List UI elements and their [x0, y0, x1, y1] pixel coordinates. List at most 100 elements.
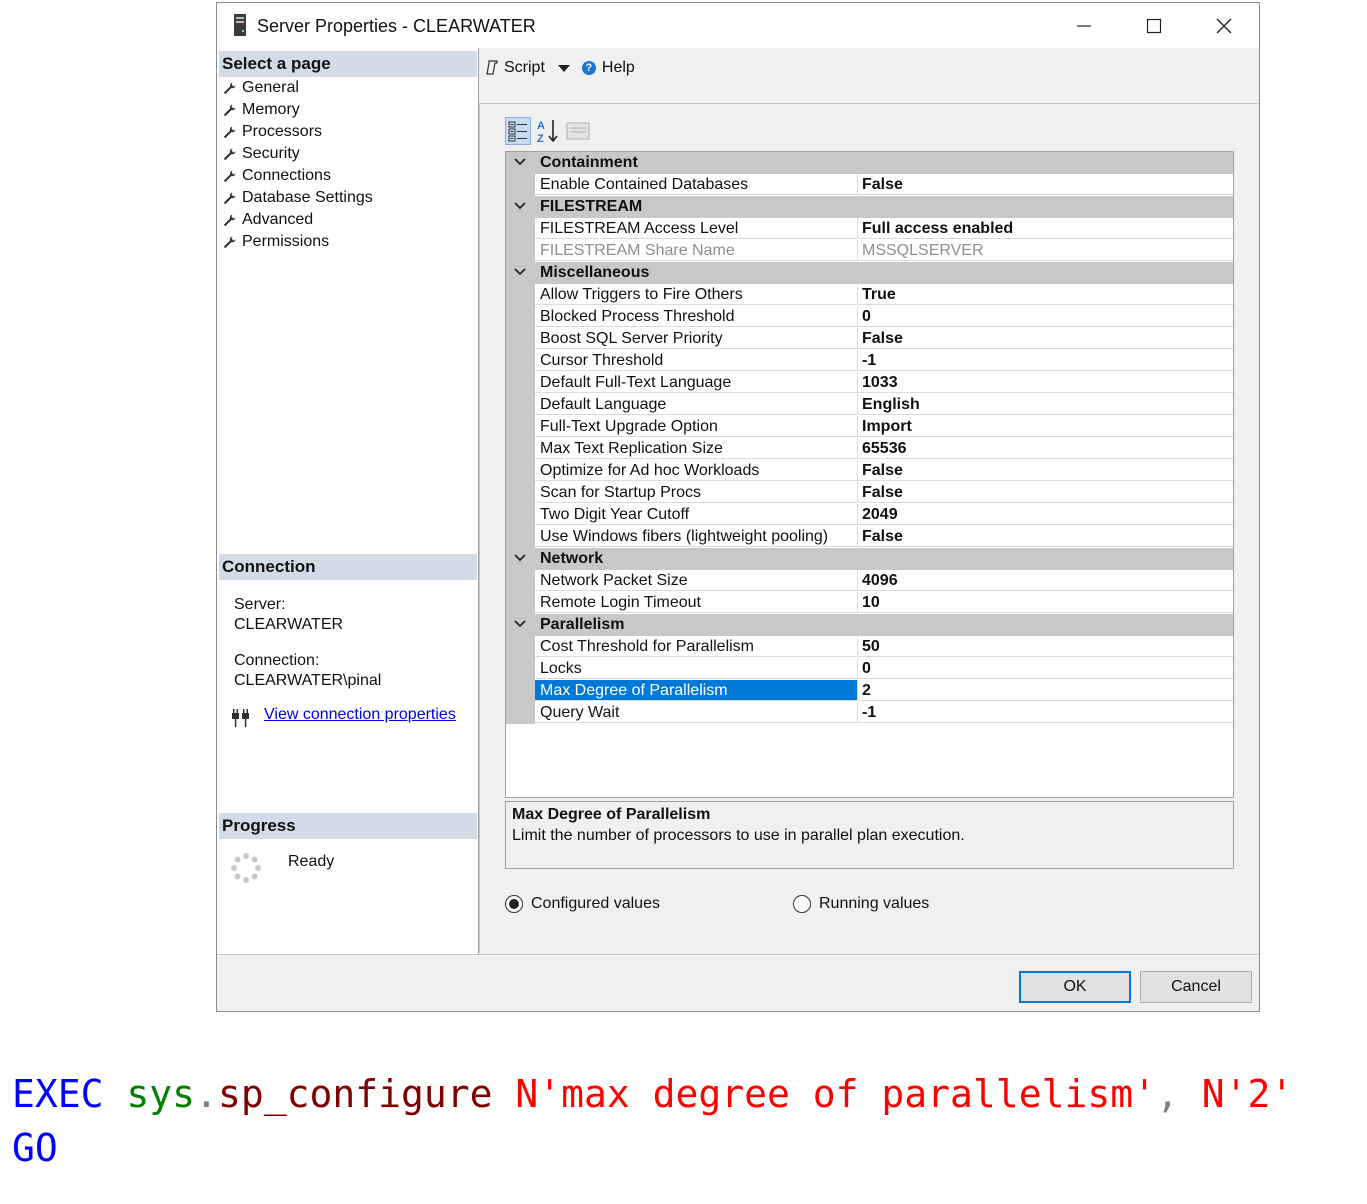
page-item-security[interactable]: Security [223, 143, 373, 165]
page-item-memory[interactable]: Memory [223, 99, 373, 121]
property-name: Default Full-Text Language [535, 372, 857, 393]
property-row[interactable]: Remote Login Timeout 10 [506, 592, 1233, 614]
maximize-button[interactable] [1119, 3, 1189, 48]
property-value[interactable]: 2 [857, 680, 1233, 701]
property-row[interactable]: Cursor Threshold -1 [506, 350, 1233, 372]
configured-values-radio[interactable]: Configured values [505, 895, 660, 913]
script-dropdown-arrow-icon[interactable] [557, 64, 570, 72]
progress-spinner-icon [231, 853, 261, 883]
property-row[interactable]: Use Windows fibers (lightweight pooling)… [506, 526, 1233, 548]
collapse-chevron-icon[interactable] [514, 157, 526, 167]
page-item-general[interactable]: General [223, 77, 373, 99]
property-value[interactable]: 0 [857, 658, 1233, 679]
property-row[interactable]: FILESTREAM Share Name MSSQLSERVER [506, 240, 1233, 262]
property-row[interactable]: Default Full-Text Language 1033 [506, 372, 1233, 394]
category-row[interactable]: FILESTREAM [506, 196, 1233, 218]
row-margin [506, 680, 535, 702]
page-item-permissions[interactable]: Permissions [223, 231, 373, 253]
property-value[interactable]: False [857, 460, 1233, 481]
property-row[interactable]: Scan for Startup Procs False [506, 482, 1233, 504]
property-row[interactable]: Locks 0 [506, 658, 1233, 680]
property-value[interactable]: -1 [857, 350, 1233, 371]
help-icon: ? [581, 61, 596, 75]
property-row[interactable]: Optimize for Ad hoc Workloads False [506, 460, 1233, 482]
property-value[interactable]: False [857, 482, 1233, 503]
option-value-literal: N'2' [1201, 1072, 1294, 1116]
property-value[interactable]: MSSQLSERVER [857, 240, 1233, 261]
exec-keyword: EXEC [12, 1072, 104, 1116]
property-name: Blocked Process Threshold [535, 306, 857, 327]
property-row[interactable]: Boost SQL Server Priority False [506, 328, 1233, 350]
close-button[interactable] [1189, 3, 1259, 48]
property-value[interactable]: False [857, 328, 1233, 349]
collapse-chevron-icon[interactable] [514, 201, 526, 211]
categorized-button[interactable] [505, 117, 531, 145]
page-item-label: Memory [242, 101, 300, 118]
category-row[interactable]: Network [506, 548, 1233, 570]
property-row[interactable]: FILESTREAM Access Level Full access enabl… [506, 218, 1233, 240]
category-row[interactable]: Containment [506, 152, 1233, 174]
row-margin [506, 350, 535, 372]
connection-header: Connection [219, 554, 477, 580]
property-row[interactable]: Query Wait -1 [506, 702, 1233, 724]
property-value[interactable]: 65536 [857, 438, 1233, 459]
cancel-button[interactable]: Cancel [1140, 971, 1252, 1003]
property-value[interactable]: Import [857, 416, 1233, 437]
property-row[interactable]: Blocked Process Threshold 0 [506, 306, 1233, 328]
property-row[interactable]: Full-Text Upgrade Option Import [506, 416, 1233, 438]
collapse-chevron-icon[interactable] [514, 553, 526, 563]
property-row[interactable]: Default Language English [506, 394, 1233, 416]
property-value[interactable]: English [857, 394, 1233, 415]
property-row[interactable]: Max Text Replication Size 65536 [506, 438, 1233, 460]
category-row[interactable]: Parallelism [506, 614, 1233, 636]
property-value[interactable]: False [857, 526, 1233, 547]
property-row[interactable]: Two Digit Year Cutoff 2049 [506, 504, 1233, 526]
property-name: Locks [535, 658, 857, 679]
property-name: Full-Text Upgrade Option [535, 416, 857, 437]
property-value[interactable]: -1 [857, 702, 1233, 723]
row-margin [506, 416, 535, 438]
property-value[interactable]: Full access enabled [857, 218, 1233, 239]
ok-button[interactable]: OK [1019, 971, 1131, 1003]
row-margin [506, 636, 535, 658]
property-row[interactable]: Cost Threshold for Parallelism 50 [506, 636, 1233, 658]
page-item-advanced[interactable]: Advanced [223, 209, 373, 231]
minimize-icon [1077, 24, 1091, 27]
property-row[interactable]: Allow Triggers to Fire Others True [506, 284, 1233, 306]
minimize-button[interactable] [1049, 3, 1119, 48]
wrench-icon [223, 192, 236, 204]
row-margin [506, 482, 535, 504]
description-panel: Max Degree of Parallelism Limit the numb… [505, 801, 1234, 869]
wrench-icon [223, 126, 236, 138]
running-values-radio[interactable]: Running values [793, 895, 929, 913]
page-item-database-settings[interactable]: Database Settings [223, 187, 373, 209]
connection-value: CLEARWATER\pinal [234, 672, 382, 689]
property-value[interactable]: 10 [857, 592, 1233, 613]
page-item-connections[interactable]: Connections [223, 165, 373, 187]
collapse-chevron-icon[interactable] [514, 619, 526, 629]
property-row[interactable]: Max Degree of Parallelism 2 [506, 680, 1233, 702]
view-connection-properties-link[interactable]: View connection properties [264, 706, 456, 724]
progress-header: Progress [219, 813, 477, 839]
help-button[interactable]: ? Help [581, 59, 635, 77]
property-value[interactable]: 1033 [857, 372, 1233, 393]
property-value[interactable]: 4096 [857, 570, 1233, 591]
property-grid[interactable]: Containment Enable Contained Databases Fal… [505, 151, 1234, 798]
property-row[interactable]: Enable Contained Databases False [506, 174, 1233, 196]
property-value[interactable]: False [857, 174, 1233, 195]
page-item-processors[interactable]: Processors [223, 121, 373, 143]
property-row[interactable]: Network Packet Size 4096 [506, 570, 1233, 592]
alphabetical-button[interactable]: A Z [535, 117, 561, 145]
property-value[interactable]: 50 [857, 636, 1233, 657]
category-label: Network [540, 550, 604, 567]
page-item-label: Database Settings [242, 189, 373, 206]
category-row[interactable]: Miscellaneous [506, 262, 1233, 284]
collapse-chevron-icon[interactable] [514, 267, 526, 277]
property-value[interactable]: True [857, 284, 1233, 305]
property-pages-button[interactable] [565, 117, 591, 145]
property-value[interactable]: 2049 [857, 504, 1233, 525]
row-margin [506, 504, 535, 526]
script-button[interactable]: Script [485, 59, 545, 77]
property-value[interactable]: 0 [857, 306, 1233, 327]
row-margin [506, 526, 535, 548]
